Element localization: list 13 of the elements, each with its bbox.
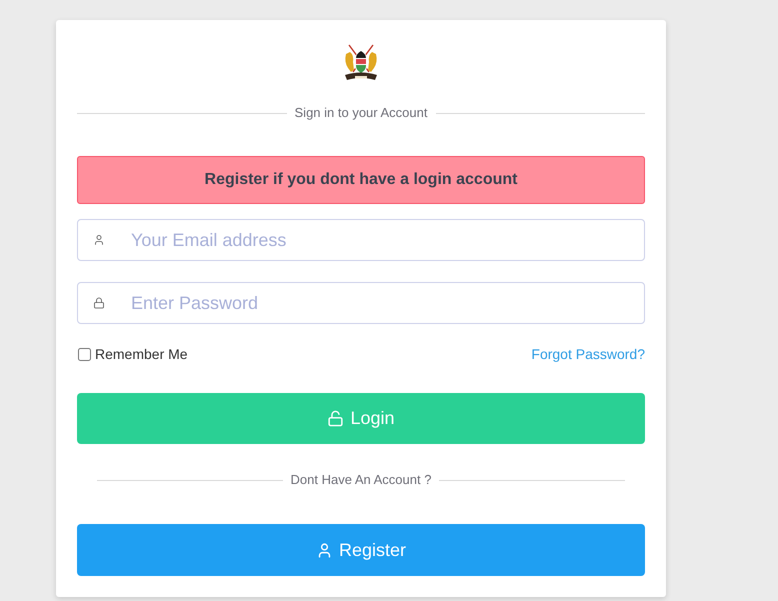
alert-message: Register if you dont have a login account bbox=[77, 156, 645, 204]
email-field[interactable]: Your Email address bbox=[77, 219, 645, 261]
lock-icon bbox=[93, 297, 105, 309]
no-account-heading: Dont Have An Account ? bbox=[290, 472, 432, 488]
user-icon bbox=[93, 234, 105, 246]
register-button[interactable]: Register bbox=[77, 524, 645, 576]
remember-me-label[interactable]: Remember Me bbox=[95, 344, 188, 364]
forgot-password-link[interactable]: Forgot Password? bbox=[531, 344, 645, 364]
login-button[interactable]: Login bbox=[77, 393, 645, 444]
unlock-icon bbox=[327, 410, 344, 427]
password-field[interactable]: Enter Password bbox=[77, 282, 645, 324]
sign-in-heading: Sign in to your Account bbox=[294, 105, 428, 121]
remember-checkbox[interactable] bbox=[78, 348, 91, 360]
